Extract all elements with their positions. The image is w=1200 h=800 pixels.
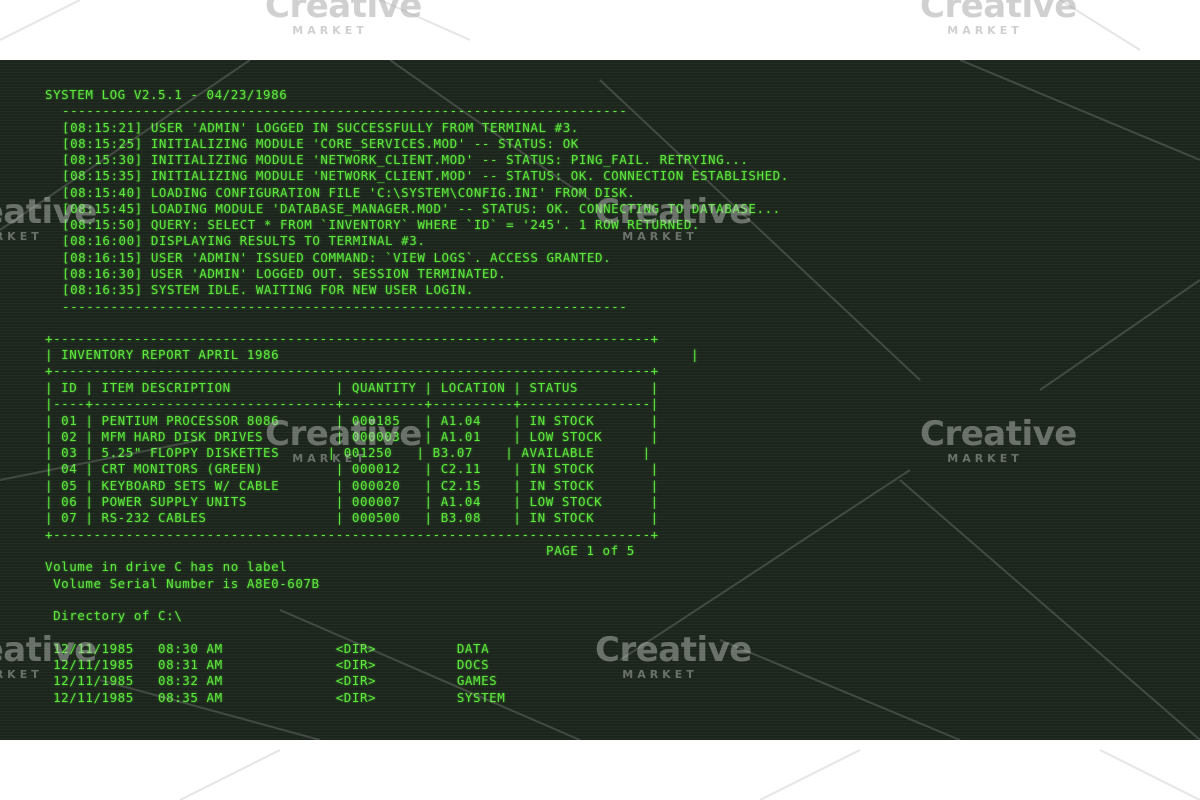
- log-line: [08:15:35] INITIALIZING MODULE 'NETWORK_…: [62, 168, 789, 183]
- report-border-bottom: +---------------------------------------…: [45, 527, 659, 542]
- dir-entry: 12/11/1985 08:32 AM <DIR> GAMES: [45, 673, 498, 688]
- watermark-top-left: Creative MARKET: [265, 0, 422, 38]
- log-line: [08:16:15] USER 'ADMIN' ISSUED COMMAND: …: [62, 250, 612, 265]
- table-row: | 02 | MFM HARD DISK DRIVES | 000003 | A…: [45, 429, 659, 444]
- log-rule-bottom: ----------------------------------------…: [62, 299, 628, 314]
- watermark-sub: MARKET: [292, 24, 368, 37]
- table-row: | 06 | POWER SUPPLY UNITS | 000007 | A1.…: [45, 494, 659, 509]
- watermark-top-right: Creative MARKET: [920, 0, 1077, 38]
- log-line: [08:15:30] INITIALIZING MODULE 'NETWORK_…: [62, 152, 749, 167]
- table-row: | 04 | CRT MONITORS (GREEN) | 000012 | C…: [45, 461, 659, 476]
- log-line: [08:16:35] SYSTEM IDLE. WAITING FOR NEW …: [62, 282, 474, 297]
- log-line: [08:16:30] USER 'ADMIN' LOGGED OUT. SESS…: [62, 266, 507, 281]
- log-line: [08:15:25] INITIALIZING MODULE 'CORE_SER…: [62, 136, 579, 151]
- directory-heading: Directory of C:\: [45, 608, 183, 623]
- dir-entry: 12/11/1985 08:35 AM <DIR> SYSTEM: [45, 690, 506, 705]
- log-line: [08:15:40] LOADING CONFIGURATION FILE 'C…: [62, 185, 636, 200]
- log-header: SYSTEM LOG V2.5.1 - 04/23/1986: [45, 87, 288, 102]
- volume-label: Volume in drive C has no label: [45, 559, 288, 574]
- table-row: | 03 | 5.25" FLOPPY DISKETTES | 001250 |…: [45, 445, 651, 460]
- watermark-word: Creative: [265, 0, 422, 26]
- log-line: [08:15:50] QUERY: SELECT * FROM `INVENTO…: [62, 217, 700, 232]
- table-row: | 05 | KEYBOARD SETS W/ CABLE | 000020 |…: [45, 478, 659, 493]
- table-row: | 07 | RS-232 CABLES | 000500 | B3.08 | …: [45, 510, 659, 525]
- dir-entry: 12/11/1985 08:30 AM <DIR> DATA: [45, 641, 490, 656]
- log-line: [08:15:45] LOADING MODULE 'DATABASE_MANA…: [62, 201, 781, 216]
- table-row: | 01 | PENTIUM PROCESSOR 8086 | 000185 |…: [45, 413, 659, 428]
- watermark-sub: MARKET: [947, 24, 1023, 37]
- screenshot: SYSTEM LOG V2.5.1 - 04/23/1986 ---------…: [0, 0, 1200, 800]
- report-header-row: | ID | ITEM DESCRIPTION | QUANTITY | LOC…: [45, 380, 659, 395]
- log-rule-top: ----------------------------------------…: [62, 103, 628, 118]
- terminal-screen: SYSTEM LOG V2.5.1 - 04/23/1986 ---------…: [0, 60, 1200, 740]
- watermark-word: Creative: [920, 0, 1077, 26]
- report-border-top: +---------------------------------------…: [45, 331, 659, 346]
- log-line: [08:16:00] DISPLAYING RESULTS TO TERMINA…: [62, 233, 426, 248]
- dir-entry: 12/11/1985 08:31 AM <DIR> DOCS: [45, 657, 490, 672]
- report-border-title: +---------------------------------------…: [45, 363, 659, 378]
- page-indicator: PAGE 1 of 5: [546, 543, 635, 558]
- log-line: [08:15:21] USER 'ADMIN' LOGGED IN SUCCES…: [62, 120, 579, 135]
- report-separator: |----+------------------------------+---…: [45, 396, 659, 411]
- volume-serial: Volume Serial Number is A8E0-607B: [45, 576, 320, 591]
- report-title: | INVENTORY REPORT APRIL 1986 |: [45, 347, 700, 362]
